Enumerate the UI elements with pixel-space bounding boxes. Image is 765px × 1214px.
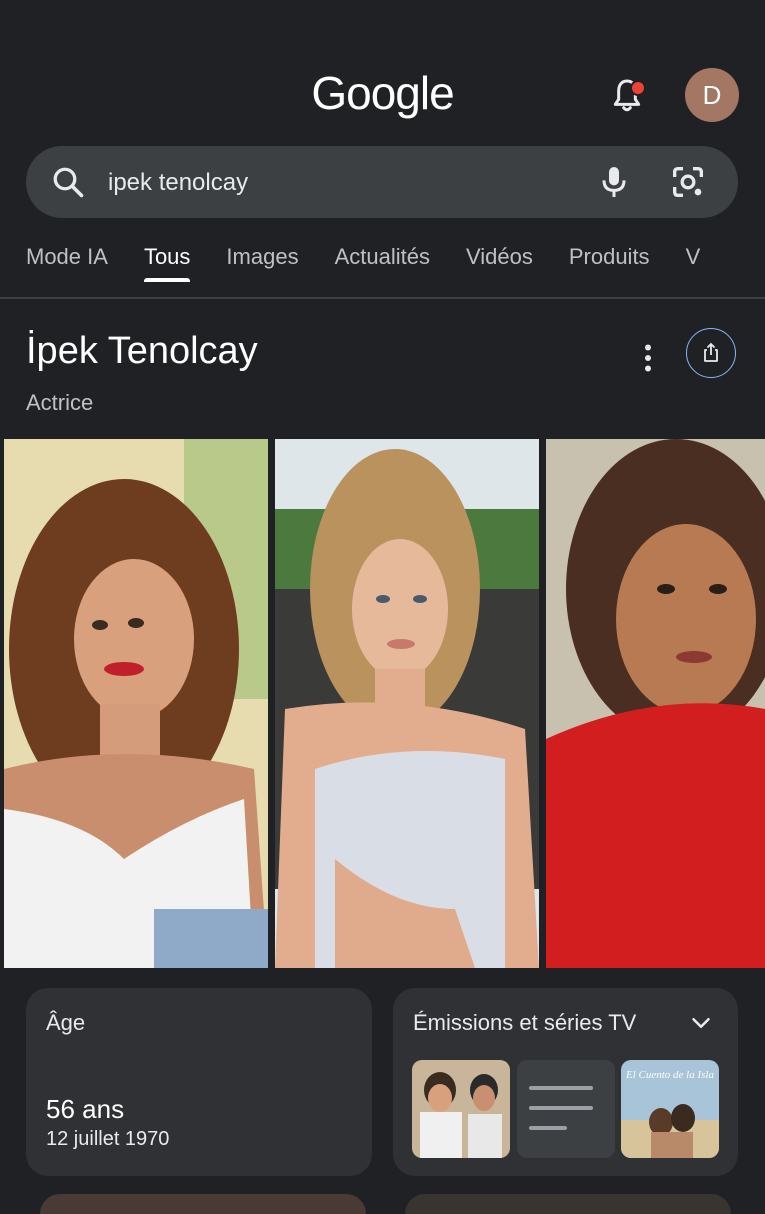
avatar[interactable]: D (685, 68, 739, 122)
entity-photo-3[interactable] (546, 439, 765, 968)
tab-tous[interactable]: Tous (143, 238, 191, 282)
tabs-divider (0, 297, 765, 299)
age-card[interactable]: Âge 56 ans 12 juillet 1970 (26, 988, 372, 1176)
chevron-down-icon[interactable] (686, 1008, 716, 1038)
shows-card[interactable]: Émissions et séries TV El Cuento de la I… (393, 988, 738, 1176)
share-icon (704, 342, 718, 362)
tab-actualites[interactable]: Actualités (335, 238, 430, 282)
age-value: 56 ans (46, 1094, 125, 1124)
search-bar[interactable] (26, 146, 738, 220)
birthdate: 12 juillet 1970 (46, 1128, 170, 1150)
red-turtleneck-photo (546, 439, 765, 968)
age-label: Âge (46, 1010, 86, 1035)
series-thumbnail-1[interactable] (412, 1060, 510, 1158)
series-thumbnail-1-image (412, 1060, 510, 1158)
notification-dot (630, 80, 646, 96)
search-tabs: Mode IA Tous Images Actualités Vidéos Produit… (26, 238, 765, 298)
el-cuento-title-text: El Cuento de la Isla (625, 1069, 714, 1081)
next-card-peek-right (405, 1194, 731, 1214)
entity-photo-1[interactable] (4, 439, 268, 968)
search-input[interactable] (106, 146, 570, 220)
tab-partial[interactable]: V (686, 238, 701, 282)
shows-label: Émissions et séries TV (413, 1010, 637, 1035)
tab-produits[interactable]: Produits (569, 238, 650, 282)
share-button[interactable] (686, 328, 736, 378)
entity-subtitle: Actrice (26, 390, 94, 415)
tab-mode-ia[interactable]: Mode IA (26, 238, 108, 282)
search-icon[interactable] (50, 164, 86, 200)
text-lines-icon (529, 1086, 593, 1130)
entity-title: İpek Tenolcay (26, 330, 258, 372)
el-cuento-thumbnail-image: El Cuento de la Isla (621, 1060, 719, 1158)
tab-images[interactable]: Images (226, 238, 298, 282)
next-card-peek-left (40, 1194, 366, 1214)
entity-photo-2[interactable] (275, 439, 539, 968)
lens-camera-icon[interactable] (668, 162, 708, 202)
avatar-letter: D (702, 79, 722, 110)
series-thumbnail-placeholder[interactable] (517, 1060, 615, 1158)
google-logo[interactable]: Google (0, 66, 765, 120)
blonde-updo-white-dress-photo (275, 439, 539, 968)
mic-icon[interactable] (594, 162, 634, 202)
more-options-icon[interactable] (630, 340, 666, 376)
el-cuento-de-la-isla-thumbnail[interactable]: El Cuento de la Isla (621, 1060, 719, 1158)
tab-videos[interactable]: Vidéos (466, 238, 533, 282)
curly-hair-white-top-photo (4, 439, 268, 968)
